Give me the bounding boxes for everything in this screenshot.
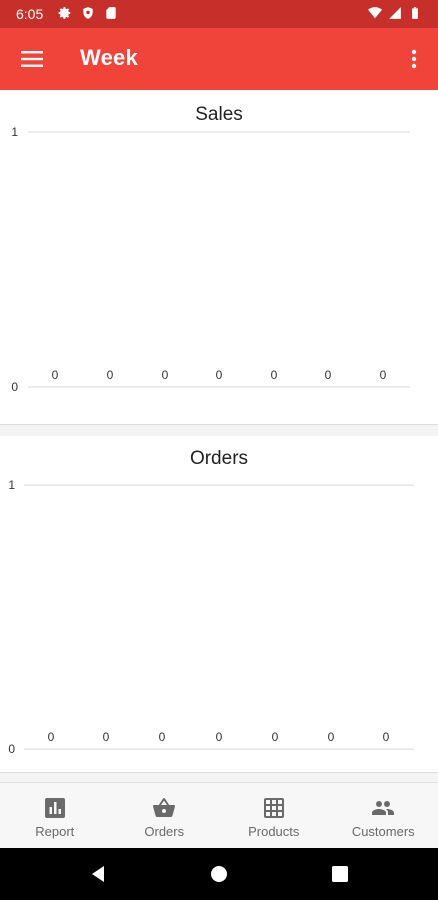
battery-icon	[412, 7, 418, 19]
data-label: 0	[216, 368, 223, 382]
data-label: 0	[325, 368, 332, 382]
status-time: 6:05	[16, 6, 44, 22]
chart-title: Orders	[189, 448, 249, 469]
nav-label: Orders	[144, 824, 185, 839]
chart-title: Sales	[195, 104, 243, 125]
nav-label: Report	[35, 824, 75, 839]
card-divider	[0, 772, 438, 782]
hamburger-menu-icon	[21, 51, 43, 67]
nav-label: Products	[248, 824, 300, 839]
nav-item-customers[interactable]: Customers	[329, 783, 438, 848]
nav-item-orders[interactable]: Orders	[110, 783, 220, 848]
data-label: 0	[107, 368, 114, 382]
grid-icon	[263, 798, 284, 818]
y-tick-label: 0	[11, 380, 18, 394]
people-icon	[372, 801, 395, 815]
data-label: 0	[328, 730, 335, 744]
nav-label: Customers	[351, 824, 415, 839]
settings-icon	[58, 7, 71, 19]
back-icon[interactable]	[88, 864, 108, 884]
data-label: 0	[383, 730, 390, 744]
sd-card-icon	[106, 7, 116, 19]
y-tick-label: 1	[11, 125, 18, 139]
orders-chart-card: Orders 1 0 0 0 0 0 0 0 0	[0, 436, 438, 772]
data-label: 0	[103, 730, 110, 744]
app-bar: Week	[0, 28, 438, 90]
home-icon[interactable]	[209, 864, 229, 884]
data-label: 0	[159, 730, 166, 744]
y-tick-label: 1	[8, 478, 15, 492]
menu-button[interactable]	[12, 41, 52, 77]
overflow-menu-button[interactable]	[402, 41, 426, 77]
y-tick-label: 0	[8, 742, 15, 756]
sales-chart: 1 0 0 0 0 0 0 0 0	[11, 125, 410, 394]
nav-item-products[interactable]: Products	[219, 783, 329, 848]
shield-icon	[83, 7, 93, 19]
sales-chart-card: Sales 1 0 0 0 0 0 0 0 0	[0, 90, 438, 424]
data-label: 0	[52, 368, 59, 382]
card-divider	[0, 424, 438, 436]
basket-icon	[153, 798, 176, 818]
status-bar: 6:05	[0, 0, 438, 28]
data-label: 0	[380, 368, 387, 382]
system-navigation-bar	[0, 848, 438, 900]
nav-item-report[interactable]: Report	[0, 783, 110, 848]
page-title: Week	[80, 45, 138, 70]
data-label: 0	[272, 730, 279, 744]
more-vert-icon	[411, 49, 417, 69]
orders-chart: 1 0 0 0 0 0 0 0 0	[8, 478, 414, 756]
data-label: 0	[271, 368, 278, 382]
data-label: 0	[216, 730, 223, 744]
bottom-navigation: Report Orders Products Customers	[0, 782, 438, 848]
recents-icon[interactable]	[330, 864, 350, 884]
signal-icon	[389, 7, 401, 19]
bar-chart-icon	[44, 798, 65, 818]
data-label: 0	[162, 368, 169, 382]
data-label: 0	[48, 730, 55, 744]
wifi-icon	[368, 7, 382, 19]
